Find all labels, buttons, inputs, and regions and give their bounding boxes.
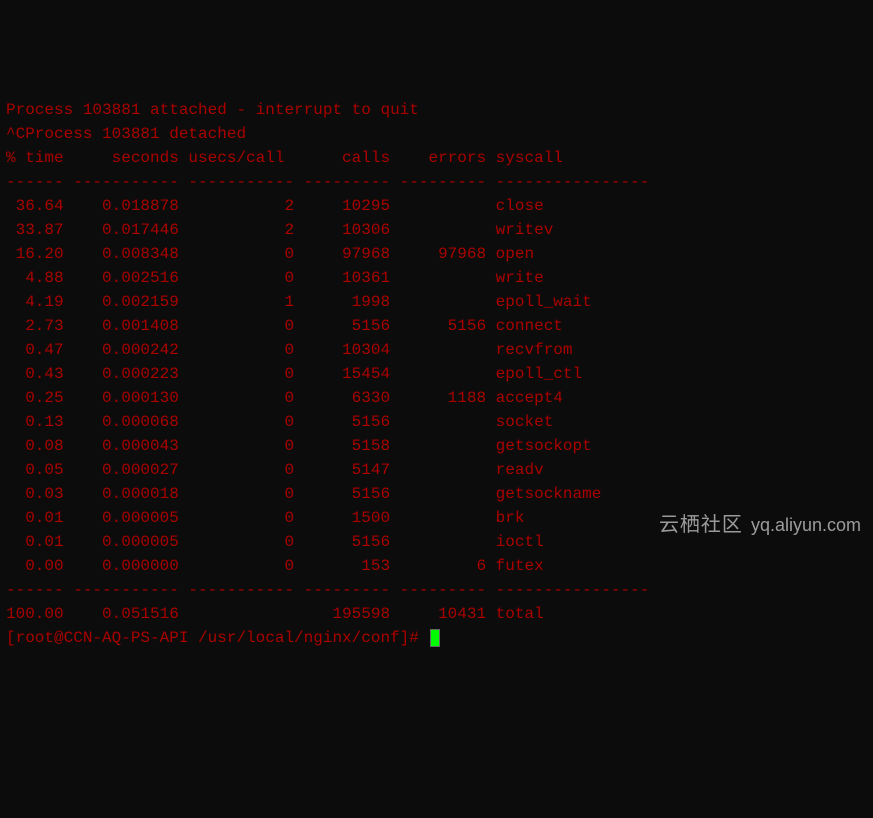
table-row: 33.87 0.017446 2 10306 writev — [6, 218, 867, 242]
terminal-output: Process 103881 attached - interrupt to q… — [6, 98, 867, 650]
process-attached-line: Process 103881 attached - interrupt to q… — [6, 98, 867, 122]
table-row: 0.25 0.000130 0 6330 1188 accept4 — [6, 386, 867, 410]
table-row: 0.01 0.000005 0 1500 brk — [6, 506, 867, 530]
separator: ------ ----------- ----------- ---------… — [6, 170, 867, 194]
cursor-icon — [430, 629, 440, 647]
table-row: 0.05 0.000027 0 5147 readv — [6, 458, 867, 482]
table-row: 0.47 0.000242 0 10304 recvfrom — [6, 338, 867, 362]
table-row: 36.64 0.018878 2 10295 close — [6, 194, 867, 218]
totals-row: 100.00 0.051516 195598 10431 total — [6, 602, 867, 626]
table-row: 4.19 0.002159 1 1998 epoll_wait — [6, 290, 867, 314]
table-row: 0.00 0.000000 0 153 6 futex — [6, 554, 867, 578]
table-row: 0.13 0.000068 0 5156 socket — [6, 410, 867, 434]
table-row: 0.03 0.000018 0 5156 getsockname — [6, 482, 867, 506]
table-row: 4.88 0.002516 0 10361 write — [6, 266, 867, 290]
table-row: 2.73 0.001408 0 5156 5156 connect — [6, 314, 867, 338]
table-row: 0.43 0.000223 0 15454 epoll_ctl — [6, 362, 867, 386]
shell-prompt[interactable]: [root@CCN-AQ-PS-API /usr/local/nginx/con… — [6, 626, 867, 650]
table-row: 16.20 0.008348 0 97968 97968 open — [6, 242, 867, 266]
table-header: % time seconds usecs/call calls errors s… — [6, 146, 867, 170]
table-row: 0.01 0.000005 0 5156 ioctl — [6, 530, 867, 554]
process-detached-line: ^CProcess 103881 detached — [6, 122, 867, 146]
separator: ------ ----------- ----------- ---------… — [6, 578, 867, 602]
table-row: 0.08 0.000043 0 5158 getsockopt — [6, 434, 867, 458]
